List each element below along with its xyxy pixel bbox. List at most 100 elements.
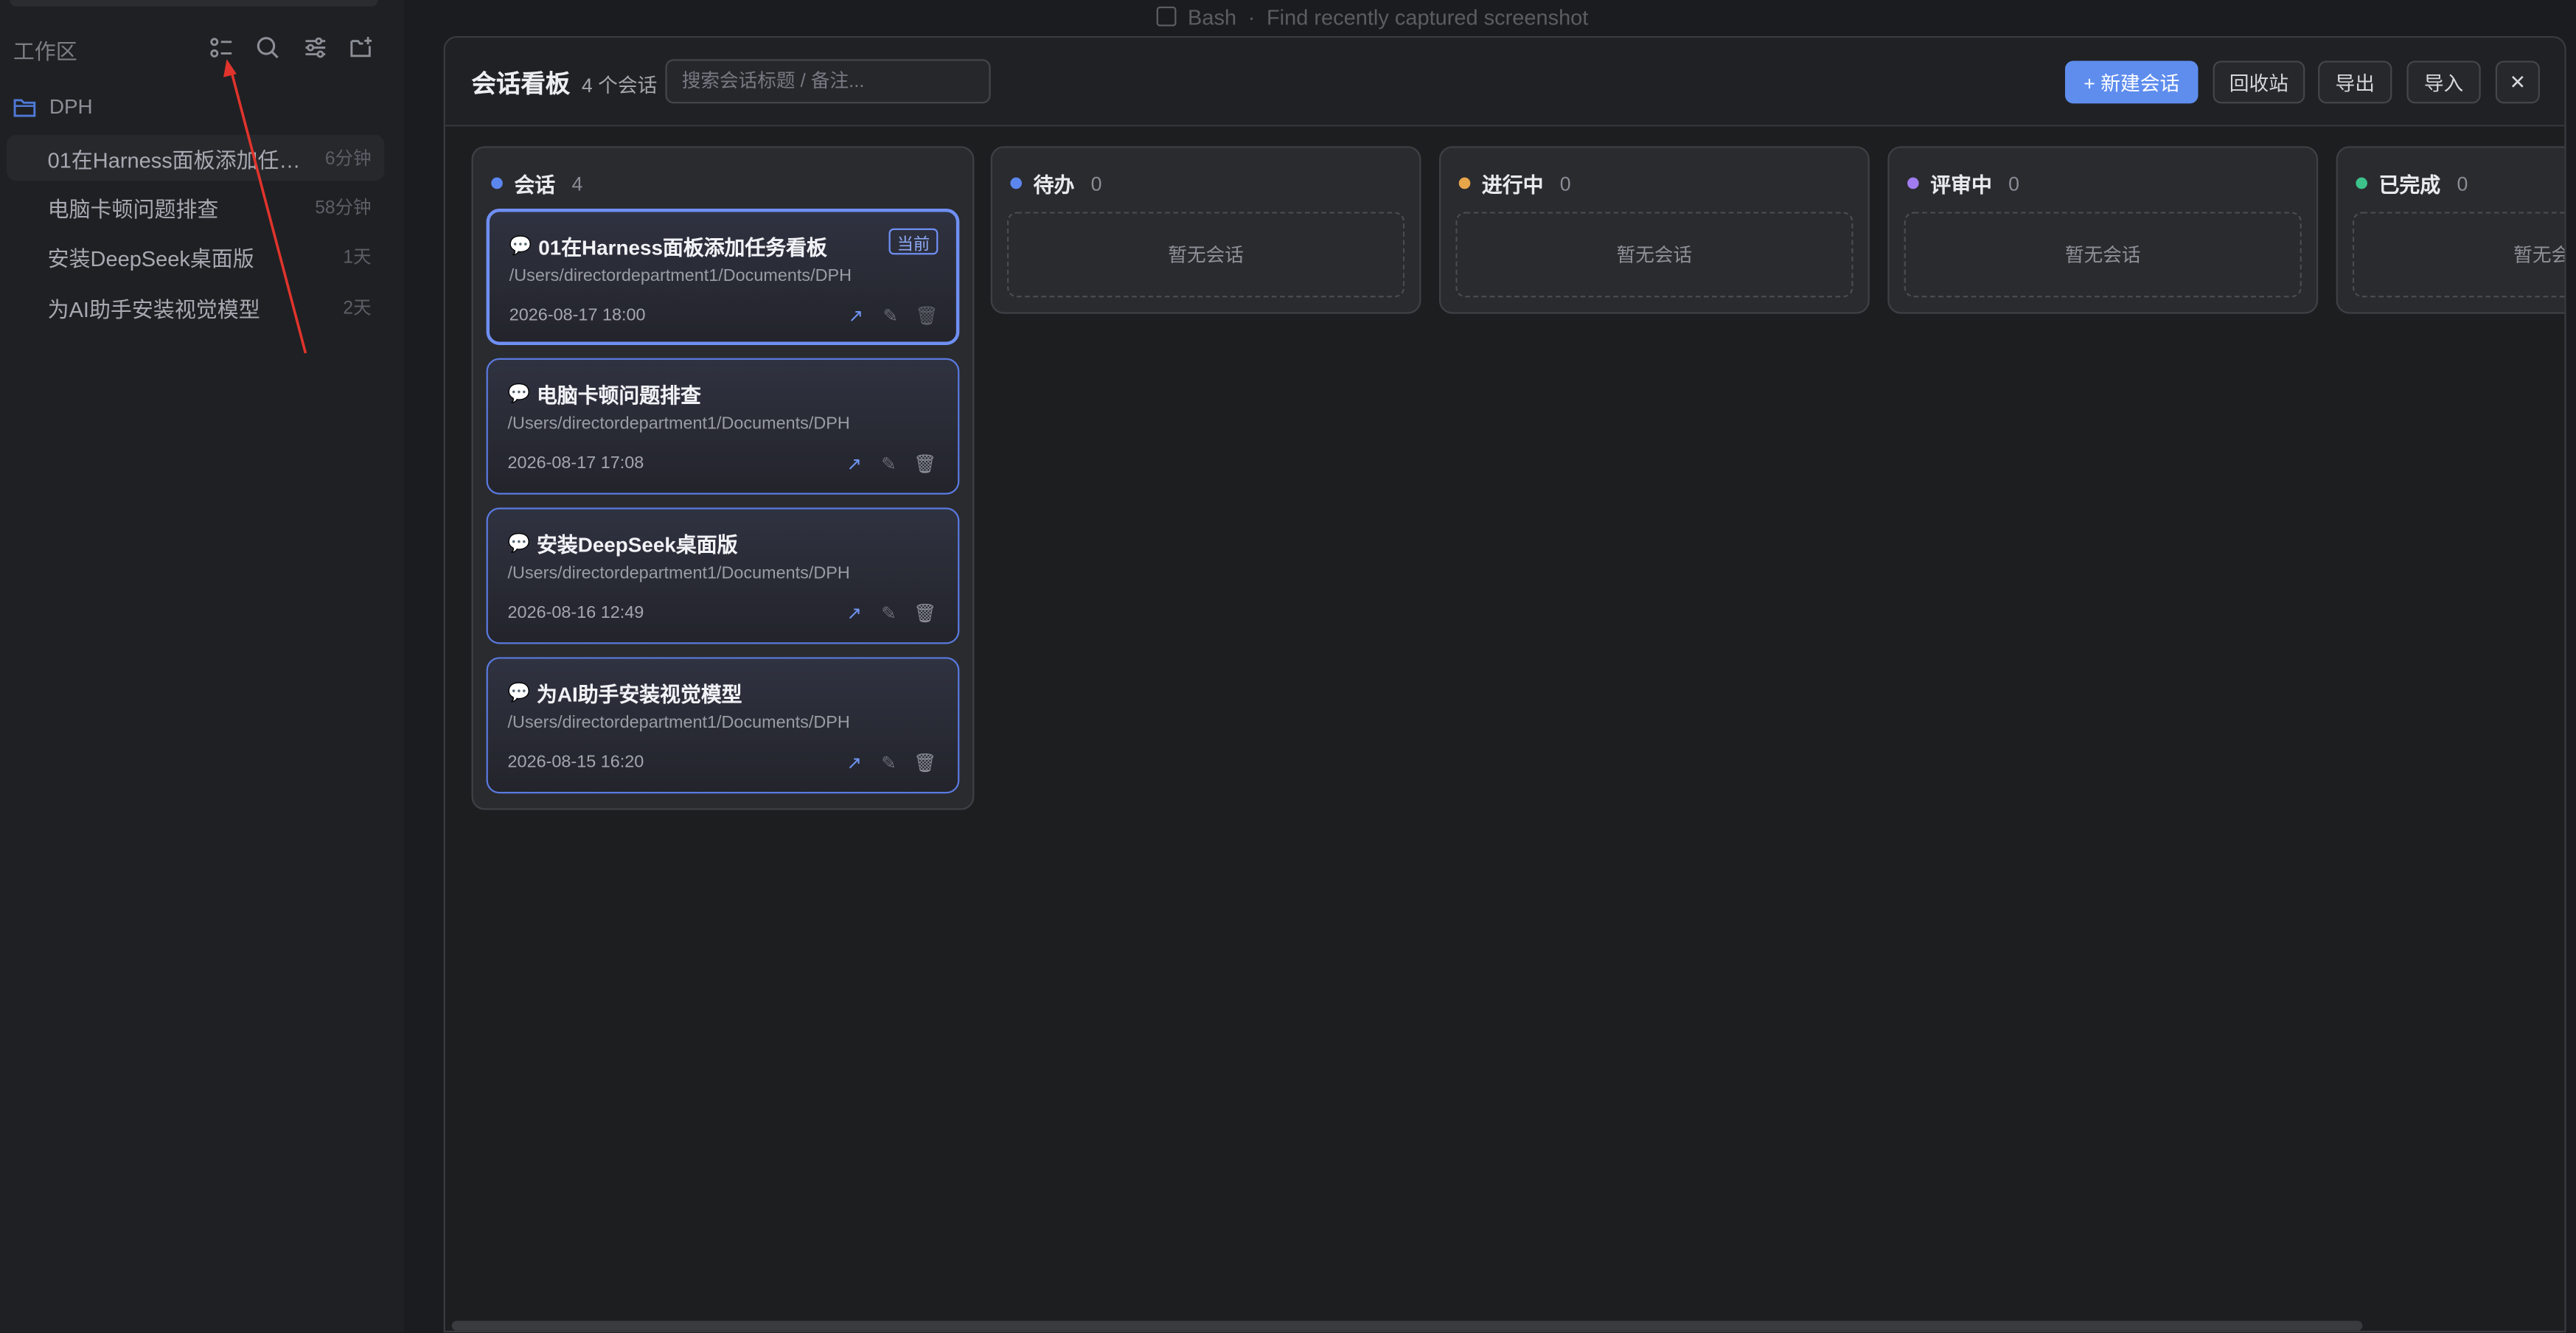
search-icon[interactable] bbox=[253, 33, 282, 63]
session-card[interactable]: 💬 安装DeepSeek桌面版 /Users/directordepartmen… bbox=[486, 507, 960, 644]
close-button[interactable]: ✕ bbox=[2495, 60, 2540, 104]
card-path: /Users/directordepartment1/Documents/DPH bbox=[509, 265, 852, 286]
card-path: /Users/directordepartment1/Documents/DPH bbox=[507, 414, 850, 434]
column-done: 已完成 0 暂无会话 bbox=[2336, 146, 2565, 314]
sidebar-session-item[interactable]: 为AI助手安装视觉模型 2天 bbox=[7, 284, 385, 330]
trash-icon[interactable]: 🗑 bbox=[915, 304, 938, 327]
session-time: 2天 bbox=[343, 299, 372, 319]
sidebar-session-item[interactable]: 电脑卡顿问题排查 58分钟 bbox=[7, 184, 385, 230]
card-path: /Users/directordepartment1/Documents/DPH bbox=[507, 713, 850, 733]
horizontal-scrollbar[interactable] bbox=[451, 1320, 2363, 1331]
sidebar-top-tab bbox=[10, 0, 378, 7]
column-name: 进行中 bbox=[1481, 174, 1544, 198]
sidebar-session-item[interactable]: 安装DeepSeek桌面版 1天 bbox=[7, 233, 385, 279]
column-count: 0 bbox=[1090, 171, 1102, 195]
open-session-icon[interactable]: ↗ bbox=[844, 304, 867, 327]
card-title-text: 安装DeepSeek桌面版 bbox=[536, 534, 738, 557]
export-button[interactable]: 导出 bbox=[2318, 60, 2392, 104]
column-count: 0 bbox=[2457, 171, 2468, 195]
workspace-label: 工作区 bbox=[13, 39, 77, 64]
column-in-progress: 进行中 0 暂无会话 bbox=[1438, 146, 1870, 314]
folder-label: DPH bbox=[49, 95, 93, 119]
card-title-text: 为AI助手安装视觉模型 bbox=[536, 683, 742, 707]
chat-bubble-icon: 💬 bbox=[507, 384, 531, 405]
column-count: 4 bbox=[571, 171, 583, 195]
chat-bubble-icon: 💬 bbox=[507, 683, 531, 703]
empty-drop-zone[interactable]: 暂无会话 bbox=[1006, 212, 1405, 298]
column-name: 评审中 bbox=[1930, 174, 1992, 198]
session-card[interactable]: 💬 电脑卡顿问题排查 /Users/directordepartment1/Do… bbox=[486, 358, 960, 495]
session-time: 1天 bbox=[343, 248, 372, 268]
card-title: 💬 为AI助手安装视觉模型 bbox=[508, 677, 742, 708]
terminal-icon bbox=[1156, 6, 1177, 27]
card-path: /Users/directordepartment1/Documents/DPH bbox=[507, 563, 850, 584]
column-header: 评审中 0 bbox=[1907, 167, 2019, 198]
list-view-icon[interactable] bbox=[207, 33, 237, 63]
new-session-button[interactable]: + 新建会话 bbox=[2064, 60, 2199, 104]
modal-header: 会话看板 4 个会话 + 新建会话 回收站 导出 导入 ✕ bbox=[445, 38, 2565, 127]
card-title-text: 电脑卡顿问题排查 bbox=[536, 384, 701, 408]
column-in-review: 评审中 0 暂无会话 bbox=[1887, 146, 2319, 314]
session-time: 6分钟 bbox=[324, 149, 372, 170]
card-title: 💬 01在Harness面板添加任务看板 bbox=[509, 230, 827, 261]
card-title-text: 01在Harness面板添加任务看板 bbox=[538, 236, 827, 260]
column-name: 待办 bbox=[1033, 174, 1075, 198]
trash-icon[interactable]: 🗑 bbox=[913, 602, 936, 624]
column-sessions: 会话 4 💬 01在Harness面板添加任务看板 当前 /Users/dire… bbox=[471, 146, 975, 810]
column-header: 待办 0 bbox=[1010, 167, 1102, 198]
chat-bubble-icon: 💬 bbox=[507, 534, 531, 554]
search-input[interactable] bbox=[665, 59, 991, 104]
edit-icon[interactable]: ✎ bbox=[877, 602, 900, 624]
trash-icon[interactable]: 🗑 bbox=[913, 452, 936, 475]
chat-bubble-icon: 💬 bbox=[509, 236, 532, 257]
edit-icon[interactable]: ✎ bbox=[877, 452, 900, 475]
session-count: 4 个会话 bbox=[581, 74, 658, 97]
import-button[interactable]: 导入 bbox=[2406, 60, 2481, 104]
session-card[interactable]: 💬 为AI助手安装视觉模型 /Users/directordepartment1… bbox=[486, 657, 960, 794]
session-title: 电脑卡顿问题排查 bbox=[47, 196, 219, 221]
column-name: 已完成 bbox=[2378, 174, 2441, 198]
open-session-icon[interactable]: ↗ bbox=[843, 602, 866, 624]
card-date: 2026-08-17 17:08 bbox=[507, 453, 644, 473]
column-status-dot bbox=[1907, 177, 1919, 189]
settings-sliders-icon[interactable] bbox=[301, 33, 330, 63]
column-name: 会话 bbox=[514, 174, 556, 198]
column-count: 0 bbox=[2008, 171, 2020, 195]
edit-icon[interactable]: ✎ bbox=[877, 751, 900, 773]
column-header: 会话 4 bbox=[491, 167, 582, 198]
column-status-dot bbox=[2356, 177, 2367, 189]
column-count: 0 bbox=[1559, 171, 1571, 195]
task-title: Find recently captured screenshot bbox=[1266, 4, 1589, 29]
card-date: 2026-08-16 12:49 bbox=[507, 602, 644, 623]
card-date: 2026-08-15 16:20 bbox=[507, 752, 644, 773]
column-status-dot bbox=[1010, 177, 1023, 189]
card-date: 2026-08-17 18:00 bbox=[509, 305, 646, 326]
session-time: 58分钟 bbox=[315, 198, 372, 219]
open-session-icon[interactable]: ↗ bbox=[843, 452, 866, 475]
column-header: 已完成 0 bbox=[2356, 167, 2468, 198]
empty-drop-zone[interactable]: 暂无会话 bbox=[1904, 212, 2302, 298]
window-title-bar: Bash · Find recently captured screenshot bbox=[1156, 3, 1589, 29]
session-title: 为AI助手安装视觉模型 bbox=[47, 296, 260, 321]
open-session-icon[interactable]: ↗ bbox=[843, 751, 866, 773]
sidebar: 工作区 DPH 01在Harness面板添加任务看板 6分钟 电脑卡顿问题排查 … bbox=[0, 0, 405, 1333]
folder-dph[interactable]: DPH bbox=[13, 91, 381, 124]
current-badge: 当前 bbox=[888, 228, 939, 255]
column-header: 进行中 0 bbox=[1458, 167, 1571, 198]
session-title: 01在Harness面板添加任务看板 bbox=[47, 147, 319, 172]
sidebar-session-item[interactable]: 01在Harness面板添加任务看板 6分钟 bbox=[6, 134, 385, 181]
folder-icon bbox=[13, 98, 36, 116]
empty-drop-zone[interactable]: 暂无会话 bbox=[1455, 212, 1853, 298]
session-board-modal: 会话看板 4 个会话 + 新建会话 回收站 导出 导入 ✕ 会话 4 💬 bbox=[443, 36, 2566, 1333]
app-name: Bash bbox=[1188, 4, 1237, 29]
card-title: 💬 安装DeepSeek桌面版 bbox=[508, 527, 738, 558]
title-separator: · bbox=[1247, 4, 1256, 29]
session-card[interactable]: 💬 01在Harness面板添加任务看板 当前 /Users/directord… bbox=[486, 208, 960, 345]
new-folder-icon[interactable] bbox=[347, 33, 376, 63]
recycle-bin-button[interactable]: 回收站 bbox=[2213, 60, 2305, 104]
column-status-dot bbox=[491, 177, 503, 189]
edit-icon[interactable]: ✎ bbox=[879, 304, 902, 327]
modal-title: 会话看板 bbox=[471, 70, 571, 99]
trash-icon[interactable]: 🗑 bbox=[913, 751, 936, 773]
empty-drop-zone[interactable]: 暂无会话 bbox=[2352, 212, 2565, 298]
